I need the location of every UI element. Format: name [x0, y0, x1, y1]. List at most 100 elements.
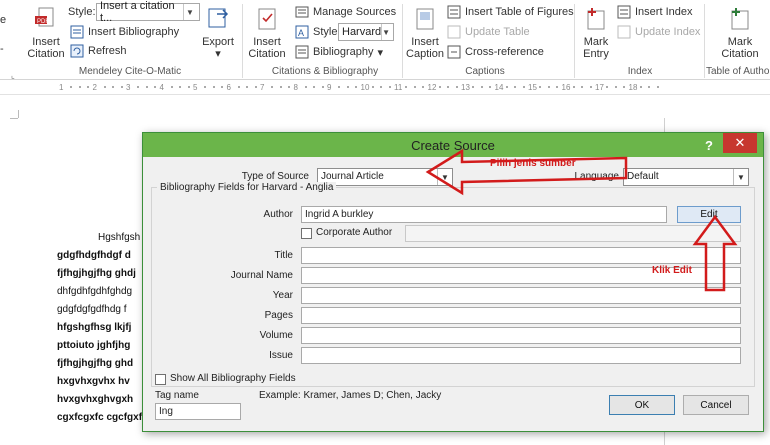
document-line[interactable]: fjfhgjhgjfhg ghdj: [57, 268, 136, 279]
language-select[interactable]: Default ▼: [623, 168, 749, 186]
show-all-fields-label: Show All Bibliography Fields: [170, 373, 296, 384]
ruler-tick: [221, 86, 224, 88]
page-corner-mark: [10, 118, 18, 119]
ruler-tick: [112, 86, 115, 88]
ruler-tick: [137, 86, 140, 88]
chevron-down-icon: ▼: [381, 24, 390, 40]
corporate-author-field[interactable]: [405, 225, 741, 242]
field-label: Title: [274, 250, 293, 261]
document-line[interactable]: gdgfdgfgdfhdg f: [57, 304, 127, 315]
mark-citation-button[interactable]: Mark Citation: [716, 6, 764, 60]
manage-sources-button[interactable]: Manage Sources: [295, 3, 396, 21]
mendeley-style-select[interactable]: Insert a citation t... ▼: [96, 0, 200, 24]
ruler-tick: [204, 86, 207, 88]
style-icon: A: [295, 25, 309, 39]
document-line[interactable]: hxgvhxgvhx hv: [57, 376, 130, 387]
field-label: Volume: [259, 330, 293, 341]
ruler-tick: [489, 86, 492, 88]
group-separator: [402, 4, 403, 78]
ruler-number: 1: [59, 83, 64, 92]
ribbon-left-fragment-2: -: [0, 43, 4, 55]
ruler-tick: [120, 86, 123, 88]
ruler-tick: [572, 86, 575, 88]
ruler-tick: [505, 86, 508, 88]
field-input[interactable]: [301, 347, 741, 364]
dialog-titlebar[interactable]: Create Source ? ✕: [143, 133, 763, 157]
document-line[interactable]: fjfhgjhgjfhg ghd: [57, 358, 133, 369]
ruler-tick: [313, 86, 316, 88]
insert-bibliography-button[interactable]: Insert Bibliography: [70, 23, 179, 41]
ruler-number: 12: [427, 83, 437, 92]
field-input[interactable]: [301, 247, 741, 264]
dialog-body: Type of Source Journal Article ▼ Languag…: [143, 157, 763, 431]
citation-style-select[interactable]: Harvard ▼: [338, 23, 394, 41]
ruler-tick: [279, 86, 282, 88]
field-input[interactable]: [301, 287, 741, 304]
mendeley-group-label: Mendeley Cite-O-Matic: [78, 66, 182, 77]
ruler-tick: [246, 86, 249, 88]
tag-name-field[interactable]: Ing: [155, 403, 241, 420]
document-line[interactable]: cgxfcgxfc cgcfgxf: [57, 412, 142, 423]
insert-citation-button[interactable]: Insert Citation: [246, 6, 288, 60]
chevron-down-icon: ▼: [183, 4, 196, 20]
dialog-title: Create Source: [411, 137, 495, 153]
mark-entry-button[interactable]: Mark Entry: [577, 6, 615, 60]
ok-button[interactable]: OK: [609, 395, 675, 415]
insert-index-button[interactable]: Insert Index: [617, 3, 692, 21]
ruler-tick: [388, 86, 391, 88]
document-line[interactable]: pttoiuto jghfjhg: [57, 340, 130, 351]
edit-annotation: Klik Edit: [652, 265, 693, 276]
document-line[interactable]: gdgfhdgfhdgf d: [57, 250, 131, 261]
bibliography-button[interactable]: Bibliography ▾: [295, 43, 383, 61]
field-input[interactable]: [301, 307, 741, 324]
cross-reference-button[interactable]: Cross-reference: [447, 43, 544, 61]
document-line[interactable]: Hgshfgsh: [98, 232, 140, 243]
ruler-tick: [639, 86, 642, 88]
document-line[interactable]: hvxgvhxghvgxh: [57, 394, 133, 405]
chevron-down-icon: ▼: [437, 169, 452, 185]
corporate-author-checkbox[interactable]: [301, 228, 312, 239]
refresh-button[interactable]: Refresh: [70, 42, 127, 60]
ruler-tick: [606, 86, 609, 88]
ruler-tick: [288, 86, 291, 88]
cancel-button[interactable]: Cancel: [683, 395, 749, 415]
export-icon: [208, 8, 229, 28]
type-of-source-select[interactable]: Journal Article ▼: [317, 168, 453, 186]
update-table-button[interactable]: Update Table: [447, 23, 530, 41]
mendeley-insert-citation-button[interactable]: PDF Insert Citation: [26, 6, 66, 60]
bibliography-icon: [70, 25, 84, 39]
close-button[interactable]: ✕: [723, 133, 757, 153]
ruler-tick: [422, 86, 425, 88]
ruler-number: 7: [260, 83, 265, 92]
document-line[interactable]: hfgshgfhsg lkjfj: [57, 322, 131, 333]
ruler-tick: [522, 86, 525, 88]
mark-entry-icon: [587, 8, 605, 30]
export-button[interactable]: Export ▾: [200, 6, 236, 60]
show-all-fields-checkbox[interactable]: [155, 374, 166, 385]
horizontal-ruler[interactable]: 1 2 3 4 5 6 7 8 9 10 11 12 13 14 15 16 17 18: [0, 81, 770, 95]
ruler-number: 13: [461, 83, 470, 92]
insert-index-icon: [617, 5, 631, 19]
ruler-tick: [413, 86, 416, 88]
ruler-number: 4: [159, 83, 164, 92]
index-group-label: Index: [627, 66, 653, 77]
insert-caption-button[interactable]: Insert Caption: [405, 6, 445, 60]
update-index-button[interactable]: Update Index: [617, 23, 700, 41]
toa-group-label: Table of Autho: [706, 66, 770, 77]
author-field[interactable]: Ingrid A burkley: [301, 206, 667, 223]
refresh-icon: [70, 44, 84, 58]
help-button[interactable]: ?: [699, 135, 719, 155]
ruler-tick: [237, 86, 240, 88]
ruler-tick: [656, 86, 659, 88]
insert-table-of-figures-button[interactable]: Insert Table of Figures: [447, 3, 574, 21]
field-input[interactable]: [301, 327, 741, 344]
tag-name-label: Tag name: [155, 390, 199, 401]
insert-citation-icon: [258, 8, 276, 30]
corporate-author-label: Corporate Author: [316, 227, 393, 238]
table-of-figures-icon: [447, 5, 461, 19]
ruler-number: 17: [595, 83, 604, 92]
mendeley-citation-icon: PDF: [35, 7, 54, 27]
document-line[interactable]: dhfgdhfgdhfghdg: [57, 286, 132, 297]
ruler-tick: [581, 86, 584, 88]
edit-author-button[interactable]: Edit: [677, 206, 741, 223]
